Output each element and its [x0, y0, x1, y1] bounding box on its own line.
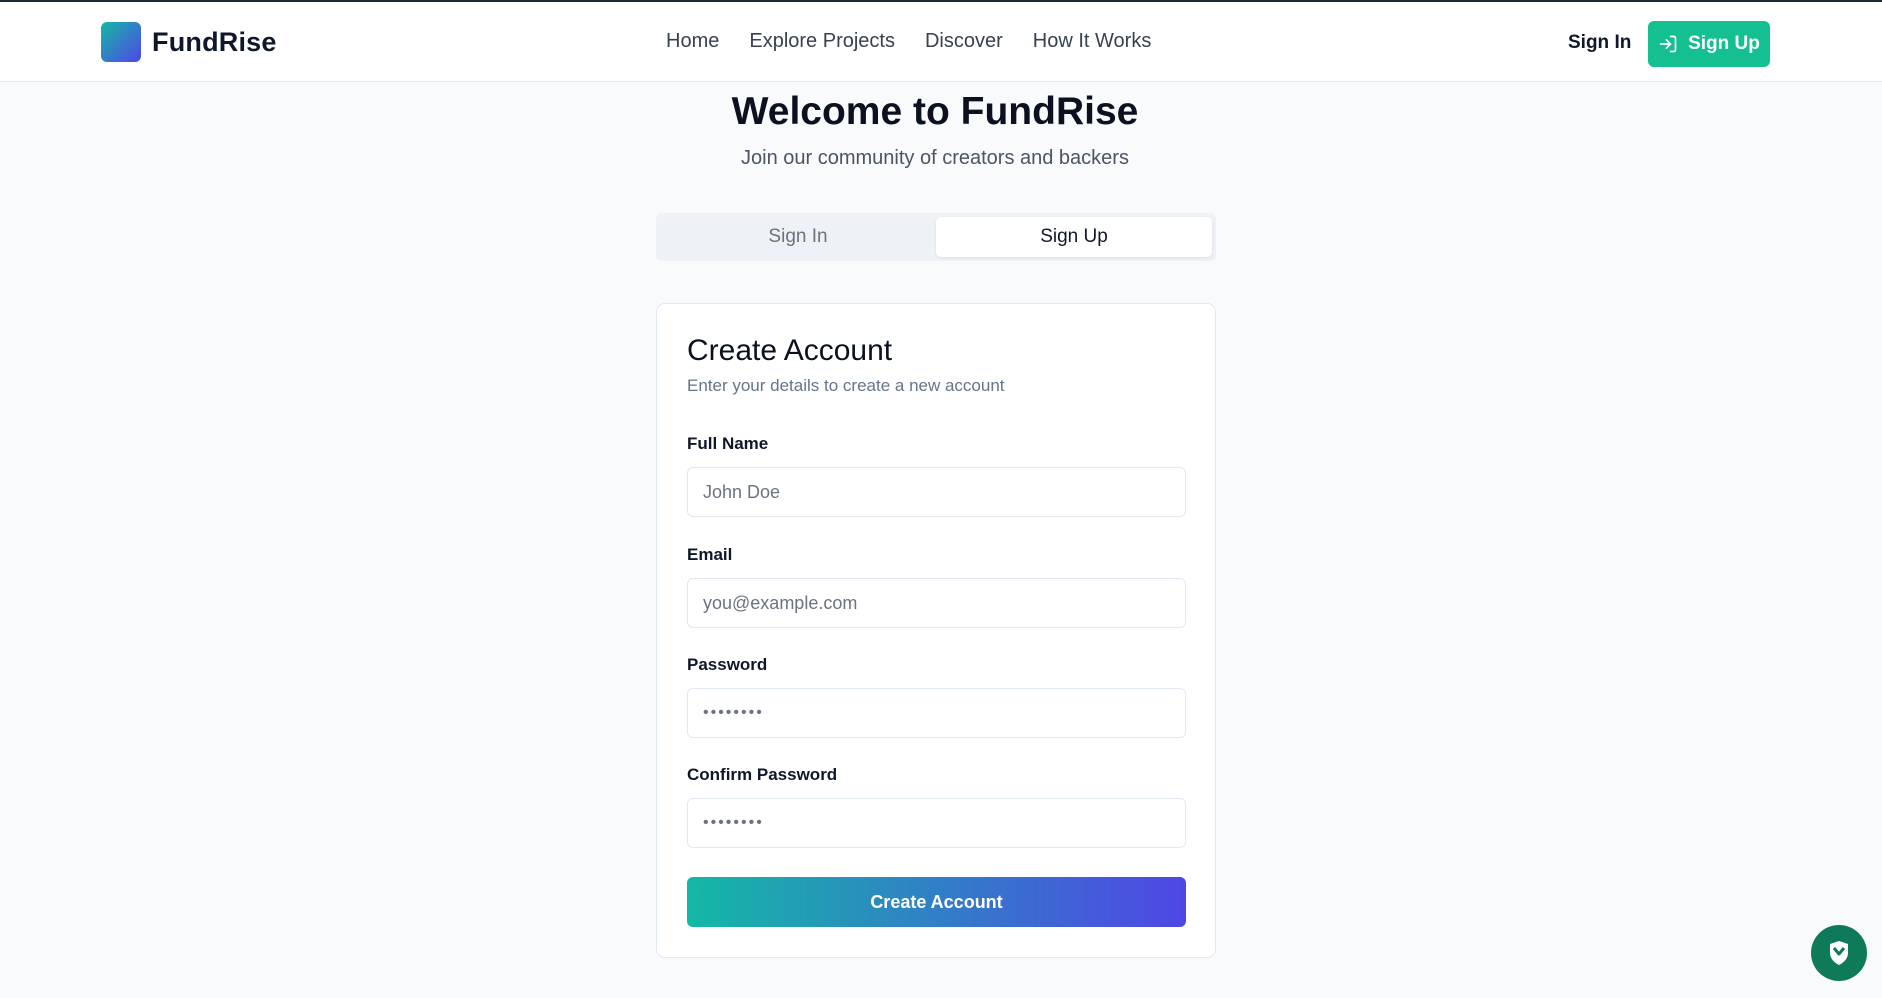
confirm-password-input[interactable]: [687, 798, 1186, 848]
brand-logo-link[interactable]: FundRise: [101, 22, 277, 62]
tab-sign-up[interactable]: Sign Up: [936, 217, 1212, 257]
password-label: Password: [687, 655, 768, 674]
email-input[interactable]: [687, 578, 1186, 628]
logo-icon: [101, 22, 141, 62]
header-sign-up-label: Sign Up: [1688, 33, 1760, 54]
log-in-icon: [1659, 35, 1677, 53]
header-sign-up-button[interactable]: Sign Up: [1648, 21, 1770, 67]
nav-how-it-works-link[interactable]: How It Works: [1033, 30, 1152, 53]
email-label: Email: [687, 545, 733, 564]
nav-home-link[interactable]: Home: [666, 30, 719, 53]
auth-tabs: Sign In Sign Up: [656, 213, 1216, 261]
floating-shield-button[interactable]: [1811, 925, 1867, 981]
confirm-password-label: Confirm Password: [687, 765, 838, 784]
password-input[interactable]: [687, 688, 1186, 738]
full-name-input[interactable]: [687, 467, 1186, 517]
full-name-label: Full Name: [687, 434, 769, 453]
shield-check-icon: [1830, 941, 1848, 965]
nav-explore-projects-link[interactable]: Explore Projects: [749, 30, 895, 53]
tab-sign-in[interactable]: Sign In: [660, 217, 936, 257]
top-navbar: FundRise Home Explore Projects Discover …: [0, 2, 1882, 82]
nav-discover-link[interactable]: Discover: [925, 30, 1003, 53]
main-nav: Home Explore Projects Discover How It Wo…: [666, 30, 1151, 53]
form-title: Create Account: [687, 334, 893, 367]
signup-card: Create Account Enter your details to cre…: [656, 303, 1216, 958]
brand-name: FundRise: [152, 26, 277, 57]
page-title: Welcome to FundRise: [731, 90, 1139, 133]
create-account-button[interactable]: Create Account: [687, 877, 1186, 927]
header-sign-in-link[interactable]: Sign In: [1568, 32, 1631, 54]
page-subtitle: Join our community of creators and backe…: [741, 147, 1129, 169]
form-subtitle: Enter your details to create a new accou…: [687, 376, 1005, 395]
